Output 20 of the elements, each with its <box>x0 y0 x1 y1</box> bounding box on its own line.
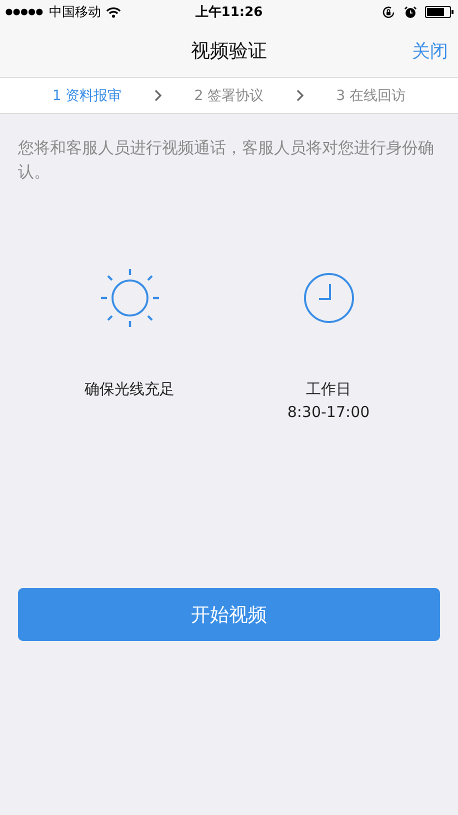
step-tab[interactable]: 1 资料报审 <box>52 86 122 104</box>
alarm-icon <box>404 6 417 18</box>
tip-text: 确保光线充足 <box>84 379 174 400</box>
sun-icon <box>100 268 160 328</box>
status-time: 上午11:26 <box>195 4 263 21</box>
start-video-button[interactable]: 开始视频 <box>18 588 440 641</box>
close-button[interactable]: 关闭 <box>412 38 448 62</box>
rotation-lock-icon <box>382 6 396 18</box>
page-title: 视频验证 <box>191 38 267 64</box>
signal-icon <box>5 8 44 16</box>
chevron-icon <box>154 89 162 102</box>
step-tab[interactable]: 2 签署协议 <box>194 86 264 104</box>
tip-text: 工作日 <box>306 379 351 400</box>
chevron-icon <box>296 89 304 102</box>
intro-text: 您将和客服人员进行视频通话，客服人员将对您进行身份确认。 <box>18 137 435 183</box>
carrier-name: 中国移动 <box>49 4 101 21</box>
wifi-icon <box>106 6 121 18</box>
step-tab[interactable]: 3 在线回访 <box>336 86 406 104</box>
battery-icon <box>425 6 454 18</box>
tip-text: 8:30-17:00 <box>287 402 370 423</box>
